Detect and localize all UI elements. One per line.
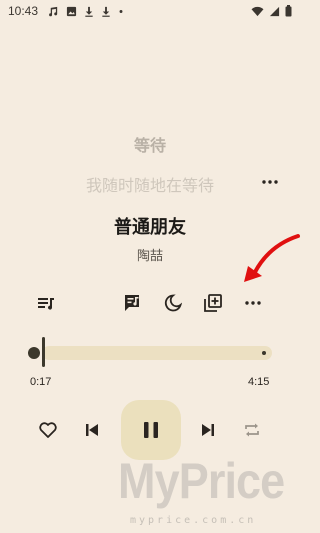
favorite-button[interactable]	[36, 418, 60, 442]
pause-button[interactable]	[121, 400, 181, 460]
lyrics-icon	[125, 295, 139, 311]
download-icon	[85, 6, 93, 17]
next-button[interactable]	[196, 418, 220, 442]
previous-button[interactable]	[80, 418, 104, 442]
lyric-current-line[interactable]: 等待	[0, 132, 300, 156]
more-icon	[262, 180, 278, 184]
progress-knob[interactable]	[28, 337, 45, 367]
repeat-icon	[245, 423, 259, 437]
lyrics-button[interactable]	[120, 290, 146, 316]
add-to-playlist-icon	[204, 294, 222, 312]
signal-icon	[269, 6, 280, 16]
wifi-icon	[251, 6, 264, 16]
status-time: 10:43	[8, 4, 39, 18]
status-notification-icons	[48, 6, 124, 17]
add-to-playlist-button[interactable]	[200, 290, 226, 316]
playlist-icon	[38, 298, 54, 310]
status-bar: 10:43	[0, 0, 300, 22]
lyrics-more-button[interactable]	[259, 172, 281, 192]
more-icon	[245, 301, 261, 305]
image-icon	[66, 6, 77, 16]
annotation-arrow-icon	[244, 234, 300, 282]
status-system-icons	[251, 5, 292, 17]
pause-icon	[144, 422, 158, 438]
next-icon	[202, 424, 214, 436]
lyric-next-line[interactable]: 我随时随地在等待	[0, 172, 300, 196]
battery-icon	[285, 5, 292, 17]
download-icon	[102, 6, 110, 17]
sleep-timer-icon	[164, 294, 182, 312]
sleep-timer-button[interactable]	[160, 290, 186, 316]
total-time: 4:15	[248, 376, 270, 388]
repeat-button[interactable]	[240, 418, 264, 442]
watermark-brand: MyPrice	[118, 453, 285, 509]
progress-bar[interactable]	[42, 346, 272, 360]
favorite-icon	[39, 422, 57, 438]
watermark-url: myprice.com.cn	[130, 515, 257, 526]
music-note-icon	[49, 6, 58, 16]
dot-icon	[119, 9, 123, 13]
current-time: 0:17	[30, 376, 52, 388]
progress-end-marker	[262, 351, 266, 355]
more-options-button[interactable]	[240, 290, 266, 316]
previous-icon	[86, 424, 98, 436]
playlist-button[interactable]	[33, 290, 59, 316]
